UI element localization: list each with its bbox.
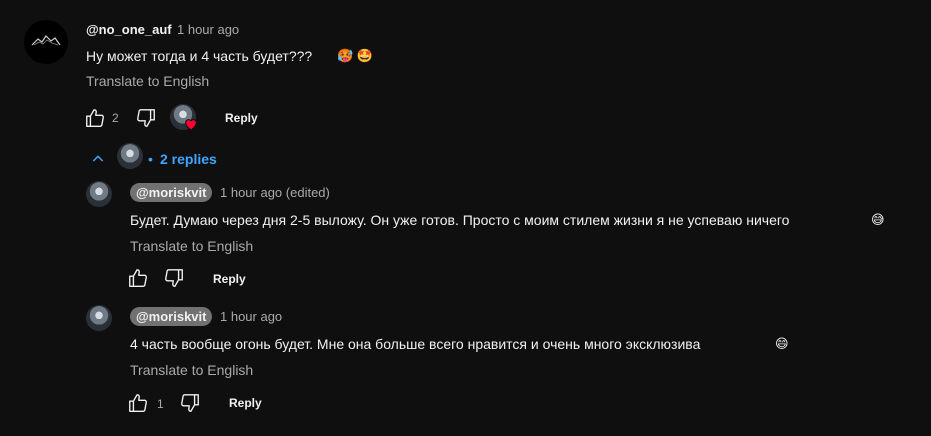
translate-link[interactable]: Translate to English — [86, 73, 209, 89]
reply-time[interactable]: 1 hour ago (edited) — [220, 185, 330, 200]
reply-time[interactable]: 1 hour ago — [220, 309, 282, 324]
thumbs-up-icon — [86, 109, 104, 127]
chevron-up-icon — [92, 155, 104, 162]
thumbs-down-icon — [181, 394, 199, 412]
thumbs-up-icon — [129, 269, 147, 287]
replies-avatar — [117, 143, 143, 169]
heart-icon — [185, 119, 197, 131]
comment-time[interactable]: 1 hour ago — [177, 22, 239, 37]
thumbs-up-icon — [129, 394, 147, 412]
reply-text: Будет. Думаю через дня 2-5 выложу. Он уж… — [130, 212, 790, 228]
creator-heart[interactable] — [170, 104, 200, 134]
comment-emoji: 🥵 🤩 — [337, 48, 373, 63]
reply-text: 4 часть вообще огонь будет. Мне она боль… — [130, 336, 701, 352]
comment-text: Ну может тогда и 4 часть будет??? — [86, 48, 313, 64]
author-avatar[interactable] — [24, 20, 68, 64]
reply-button[interactable]: Reply — [225, 111, 258, 125]
reply-dislike-button[interactable] — [179, 392, 201, 414]
thumbs-down-icon — [137, 109, 155, 127]
comment-author[interactable]: @no_one_auf — [86, 22, 172, 37]
reply-author-avatar[interactable] — [86, 181, 112, 207]
reply-like-button[interactable] — [127, 267, 149, 289]
reply-like-count: 1 — [157, 397, 164, 411]
reply-reply-button[interactable]: Reply — [213, 272, 246, 286]
reply-author[interactable]: @moriskvit — [130, 307, 213, 326]
reply-like-button[interactable] — [127, 392, 149, 414]
replies-dot: • — [148, 151, 153, 167]
reply-dislike-button[interactable] — [163, 267, 185, 289]
reply-translate-link[interactable]: Translate to English — [130, 238, 253, 254]
reply-reply-button[interactable]: Reply — [229, 396, 262, 410]
thumbs-down-icon — [165, 269, 183, 287]
like-button[interactable] — [84, 107, 106, 129]
reply-author[interactable]: @moriskvit — [130, 183, 213, 202]
reply-author-avatar[interactable] — [86, 305, 112, 331]
like-count: 2 — [112, 111, 119, 125]
mountain-logo-icon — [31, 35, 61, 46]
reply-emoji: 😄 — [775, 336, 789, 351]
dislike-button[interactable] — [135, 107, 157, 129]
reply-translate-link[interactable]: Translate to English — [130, 362, 253, 378]
collapse-replies-button[interactable] — [90, 151, 106, 167]
reply-emoji: 😅 — [871, 212, 885, 227]
replies-count-link[interactable]: 2 replies — [160, 151, 217, 167]
